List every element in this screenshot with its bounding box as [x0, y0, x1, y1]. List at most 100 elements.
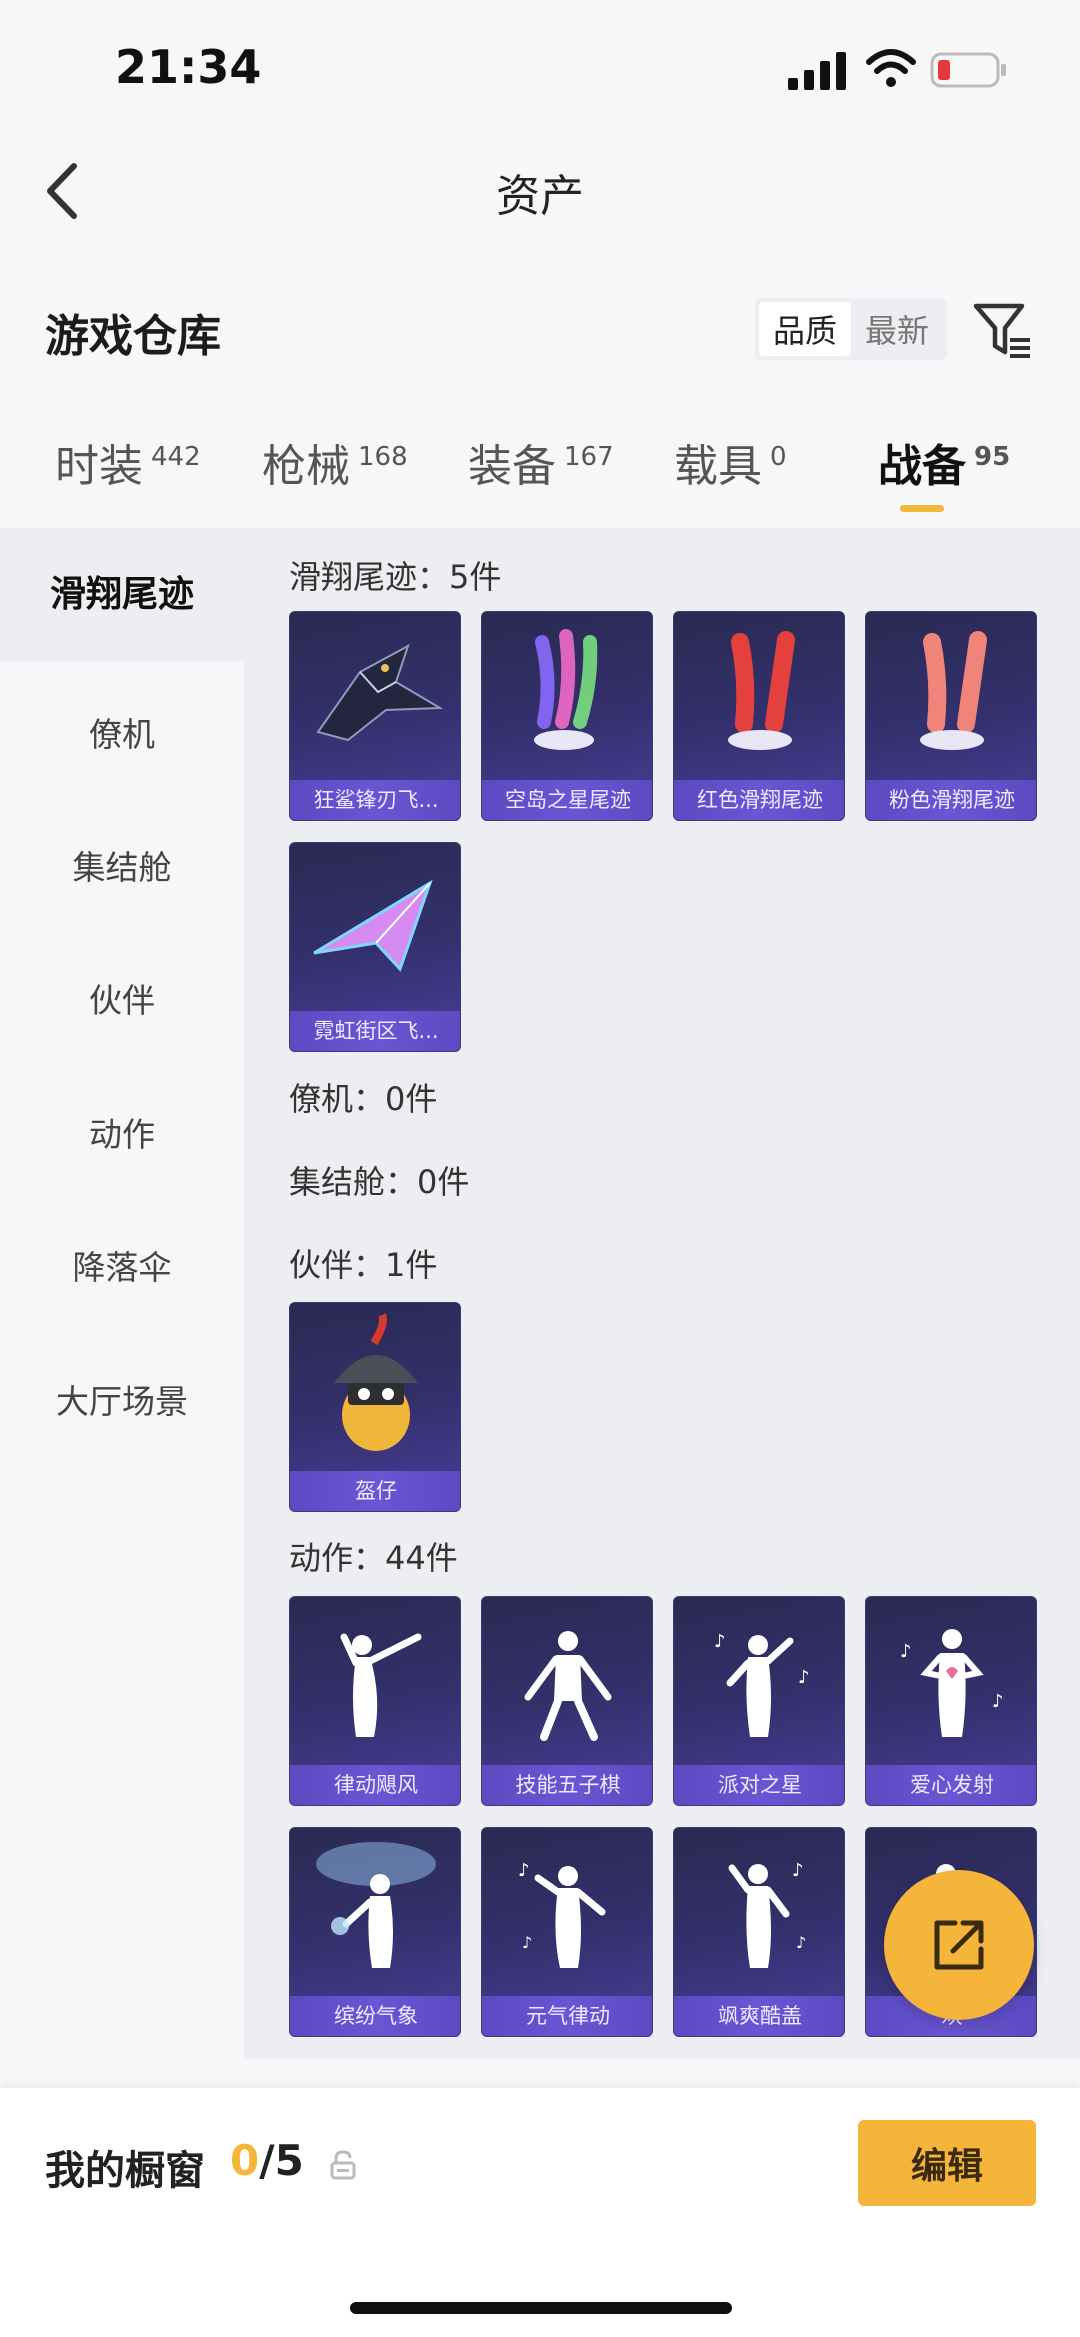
status-time: 21:34 [115, 40, 262, 94]
item-label: 爱心发射 [866, 1765, 1036, 1805]
home-indicator [350, 2302, 732, 2314]
dancer-pose-art [340, 1633, 422, 1737]
wifi-icon [866, 49, 916, 87]
item-card[interactable]: 红色滑翔尾迹 [673, 611, 845, 821]
item-label: 飒爽酷盖 [674, 1996, 844, 2036]
showcase-label: 我的橱窗 [45, 2148, 205, 2194]
item-label: 律动飓风 [290, 1765, 460, 1805]
tab-fashion[interactable]: 时装 442 [55, 430, 201, 494]
category-tabs: 时装 442 枪械 168 装备 167 载具 0 战备 95 [0, 430, 1080, 530]
tab-vehicles[interactable]: 载具 0 [674, 430, 787, 494]
tab-combat-gear[interactable]: 战备 95 [878, 430, 1010, 494]
item-card[interactable]: ♪ ♪ 元气律动 [481, 1827, 653, 2037]
sidebar-item-partner[interactable]: 伙伴 [0, 974, 244, 1022]
item-card[interactable]: 缤纷气象 [289, 1827, 461, 2037]
tab-equipment[interactable]: 装备 167 [468, 430, 614, 494]
tab-label: 枪械 [262, 441, 350, 492]
item-label: 霓虹街区飞... [290, 1011, 460, 1051]
sort-latest-option[interactable]: 最新 [851, 302, 943, 356]
svg-text:♪: ♪ [992, 1691, 1004, 1712]
svg-text:♪: ♪ [798, 1667, 810, 1688]
section-title-emote: 动作：44件 [289, 1539, 458, 1577]
tab-count: 167 [564, 442, 614, 473]
sidebar: 滑翔尾迹 僚机 集结舱 伙伴 动作 降落伞 大厅场景 [0, 528, 244, 2058]
filter-icon[interactable] [972, 300, 1034, 360]
lock-icon [330, 2150, 356, 2180]
showcase-total: /5 [259, 2136, 304, 2185]
svg-text:♪: ♪ [522, 1933, 532, 1952]
sidebar-item-lobby-scene[interactable]: 大厅场景 [0, 1375, 244, 1423]
dancer-pose-art [524, 1631, 612, 1741]
tab-label: 装备 [468, 441, 556, 492]
share-button[interactable] [884, 1870, 1034, 2020]
item-card[interactable]: ♪ ♪ 派对之星 [673, 1596, 845, 1806]
section-title-wingman: 僚机：0件 [289, 1080, 438, 1118]
item-card[interactable]: 盔仔 [289, 1302, 461, 1512]
dancer-pose-art: ♪♪ [728, 1860, 806, 1968]
showcase-count: 0/5 [230, 2136, 304, 2185]
battery-icon [930, 52, 1006, 88]
svg-text:♪: ♪ [900, 1641, 912, 1662]
section-title-glide: 滑翔尾迹：5件 [289, 558, 502, 596]
edit-button[interactable]: 编辑 [858, 2120, 1036, 2206]
svg-text:♪: ♪ [518, 1860, 530, 1881]
item-card[interactable]: 粉色滑翔尾迹 [865, 611, 1037, 821]
active-tab-indicator [900, 505, 944, 512]
red-trail-art [728, 631, 795, 750]
item-card[interactable]: 霓虹街区飞... [289, 842, 461, 1052]
item-label: 元气律动 [482, 1996, 652, 2036]
neon-plane-art [313, 879, 433, 972]
tab-count: 0 [770, 442, 787, 473]
sidebar-item-pod[interactable]: 集结舱 [0, 841, 244, 889]
tab-guns[interactable]: 枪械 168 [262, 430, 408, 494]
svg-text:♪: ♪ [792, 1860, 804, 1881]
tab-count: 168 [358, 442, 408, 473]
item-card[interactable]: ♪ ♪ 爱心发射 [865, 1596, 1037, 1806]
item-label: 缤纷气象 [290, 1996, 460, 2036]
item-content: 滑翔尾迹：5件 狂鲨锋刃飞... 空岛之星尾迹 红色滑翔尾迹 粉色滑翔尾迹 霓虹… [244, 528, 1080, 2058]
dancer-pose-art: ♪♪ [518, 1860, 606, 1968]
item-card[interactable]: 狂鲨锋刃飞... [289, 611, 461, 821]
status-bar: 21:34 [0, 0, 1080, 130]
shark-glider-art [316, 643, 444, 742]
tab-count: 95 [974, 442, 1011, 473]
tab-count: 442 [151, 442, 201, 473]
item-card[interactable]: 技能五子棋 [481, 1596, 653, 1806]
dancer-pose-art: ♪♪ [900, 1629, 1004, 1737]
dancer-pose-art: ♪♪ [714, 1631, 810, 1737]
share-icon [934, 1920, 984, 1970]
item-label: 盔仔 [290, 1471, 460, 1511]
item-label: 狂鲨锋刃飞... [290, 780, 460, 820]
item-card[interactable]: ♪ ♪ 飒爽酷盖 [673, 1827, 845, 2037]
signal-icon [788, 52, 846, 90]
showcase-bar: 我的橱窗 0/5 编辑 [0, 2088, 1080, 2337]
sort-quality-option[interactable]: 品质 [759, 302, 851, 356]
showcase-current: 0 [230, 2136, 260, 2185]
tab-label: 载具 [674, 441, 762, 492]
item-label: 粉色滑翔尾迹 [866, 780, 1036, 820]
page-title: 资产 [496, 171, 584, 222]
sidebar-item-emote[interactable]: 动作 [0, 1108, 244, 1156]
rainbow-trail-art [534, 629, 598, 750]
item-label: 技能五子棋 [482, 1765, 652, 1805]
sidebar-item-parachute[interactable]: 降落伞 [0, 1241, 244, 1289]
item-label: 空岛之星尾迹 [482, 780, 652, 820]
sidebar-item-wingman[interactable]: 僚机 [0, 708, 244, 756]
svg-text:♪: ♪ [796, 1933, 806, 1952]
sort-toggle: 品质 最新 [755, 298, 947, 360]
warehouse-title: 游戏仓库 [45, 311, 221, 362]
item-label: 派对之星 [674, 1765, 844, 1805]
item-card[interactable]: 空岛之星尾迹 [481, 611, 653, 821]
sidebar-item-glide-trail[interactable]: 滑翔尾迹 [0, 528, 244, 662]
svg-text:♪: ♪ [714, 1631, 726, 1652]
section-title-partner: 伙伴：1件 [289, 1246, 438, 1284]
item-card[interactable]: 律动飓风 [289, 1596, 461, 1806]
tab-label: 战备 [878, 441, 966, 492]
dancer-pose-art [316, 1842, 436, 1968]
helmet-chick-art [334, 1313, 418, 1451]
tab-label: 时装 [55, 441, 143, 492]
pink-trail-art [920, 631, 987, 750]
section-title-pod: 集结舱：0件 [289, 1163, 470, 1201]
nav-bar: 资产 [0, 130, 1080, 250]
item-label: 红色滑翔尾迹 [674, 780, 844, 820]
